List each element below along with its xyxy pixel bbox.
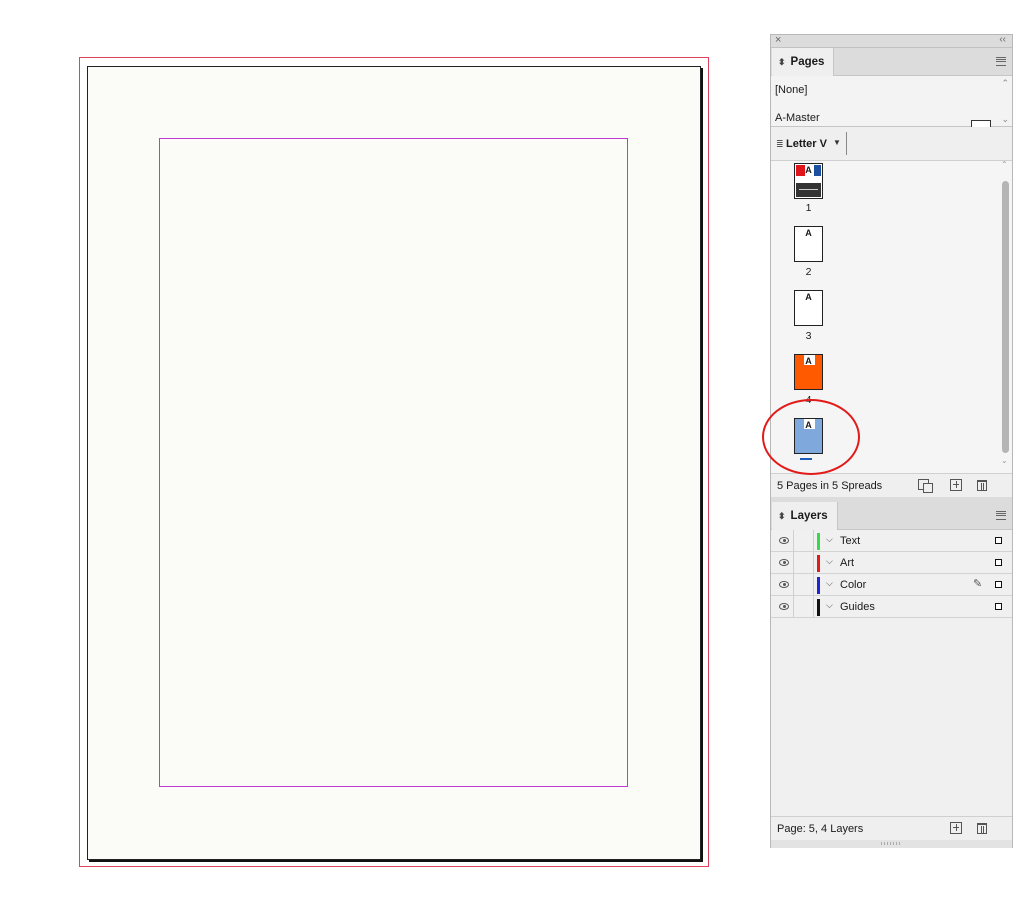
panel-menu-icon[interactable] <box>996 57 1006 66</box>
layer-name[interactable]: Art <box>840 557 854 569</box>
divider <box>793 596 794 618</box>
layer-row-color[interactable]: ⌵ Color ✎ <box>771 574 1012 596</box>
chevron-down-icon[interactable]: ▼ <box>833 138 841 147</box>
divider <box>813 596 814 618</box>
tab-pages[interactable]: ⬍ Pages <box>772 48 834 76</box>
eye-icon[interactable] <box>779 581 789 588</box>
layer-name[interactable]: Text <box>840 535 860 547</box>
new-page-icon[interactable] <box>950 479 962 491</box>
layer-color-swatch <box>817 599 820 616</box>
layer-color-swatch <box>817 577 820 594</box>
page-thumb-3[interactable]: A <box>794 290 823 326</box>
page-size-label[interactable]: Letter V <box>786 138 827 150</box>
delete-layer-icon[interactable] <box>977 823 987 834</box>
chevron-down-icon[interactable]: ⌵ <box>826 534 833 545</box>
layer-color-swatch <box>817 555 820 572</box>
page-number-2: 2 <box>805 266 812 278</box>
tab-pages-label: Pages <box>790 56 825 68</box>
tab-arrows-icon: ⬍ <box>778 56 786 67</box>
divider <box>813 530 814 552</box>
selection-square-icon[interactable] <box>995 559 1002 566</box>
new-layer-icon[interactable] <box>950 822 962 834</box>
divider <box>813 552 814 574</box>
edit-page-size-icon[interactable] <box>918 479 933 493</box>
layers-status: Page: 5, 4 Layers <box>777 823 864 835</box>
divider <box>793 552 794 574</box>
chevron-down-icon[interactable]: ⌵ <box>826 578 833 589</box>
close-icon[interactable]: × <box>775 34 781 46</box>
divider <box>813 574 814 596</box>
resize-grip[interactable] <box>771 840 1012 848</box>
eye-icon[interactable] <box>779 603 789 610</box>
masters-section: [None] A-Master ⌃ ⌄ <box>771 76 1012 144</box>
layers-list: ⌵ Text ⌵ Art ⌵ Color ✎ ⌵ Guides <box>771 530 1012 816</box>
master-a-label[interactable]: A-Master <box>775 112 820 124</box>
selection-square-icon[interactable] <box>995 537 1002 544</box>
layers-tabbar: ⬍ Layers <box>771 502 1012 530</box>
collapse-icon[interactable]: ‹‹ <box>999 34 1006 45</box>
scroll-down-icon[interactable]: ⌄ <box>1001 456 1008 465</box>
selection-square-icon[interactable] <box>995 581 1002 588</box>
highlight-circle <box>762 399 860 475</box>
divider <box>846 132 847 155</box>
page-prefix: A <box>805 165 812 175</box>
page-prefix: A <box>805 292 812 302</box>
pages-status: 5 Pages in 5 Spreads <box>777 480 883 492</box>
layer-name[interactable]: Color <box>840 579 866 591</box>
page-thumb-1[interactable]: A <box>794 163 823 199</box>
grip-icon: ≣ <box>776 139 784 149</box>
panel-menu-icon[interactable] <box>996 511 1006 520</box>
layer-row-art[interactable]: ⌵ Art <box>771 552 1012 574</box>
thumb-dark-block <box>796 183 821 197</box>
layers-footer: Page: 5, 4 Layers <box>771 816 1012 840</box>
layer-row-guides[interactable]: ⌵ Guides <box>771 596 1012 618</box>
pages-footer: 5 Pages in 5 Spreads <box>771 473 1012 497</box>
selection-square-icon[interactable] <box>995 603 1002 610</box>
scroll-up-icon[interactable]: ⌃ <box>1001 78 1009 89</box>
page-prefix: A <box>805 356 812 366</box>
indesign-workspace: × ‹‹ ⬍ Pages [None] A-Master ⌃ ⌄ ≣ Lette… <box>0 0 1032 908</box>
page-size-bar: ≣ Letter V ▼ <box>771 127 1012 161</box>
eye-icon[interactable] <box>779 537 789 544</box>
layer-row-text[interactable]: ⌵ Text <box>771 530 1012 552</box>
delete-page-icon[interactable] <box>977 480 987 491</box>
pen-icon: ✎ <box>973 578 983 590</box>
page-number-3: 3 <box>805 330 812 342</box>
pages-scrollbar[interactable]: ⌃ ⌄ <box>1000 160 1010 468</box>
chevron-down-icon[interactable]: ⌵ <box>826 556 833 567</box>
layer-color-swatch <box>817 533 820 550</box>
eye-icon[interactable] <box>779 559 789 566</box>
layer-name[interactable]: Guides <box>840 601 875 613</box>
page-prefix: A <box>805 228 812 238</box>
scroll-down-icon[interactable]: ⌄ <box>1001 114 1009 125</box>
master-none-label[interactable]: [None] <box>775 84 807 96</box>
panel-titlebar: × ‹‹ <box>771 34 1012 48</box>
tab-layers[interactable]: ⬍ Layers <box>772 502 838 530</box>
divider <box>793 574 794 596</box>
tab-layers-label: Layers <box>790 510 828 522</box>
page-thumb-4[interactable]: A <box>794 354 823 390</box>
page-number-1: 1 <box>805 202 812 214</box>
divider <box>793 530 794 552</box>
scroll-up-icon[interactable]: ⌃ <box>1001 160 1008 169</box>
margin-guide <box>159 138 628 787</box>
chevron-down-icon[interactable]: ⌵ <box>826 600 833 611</box>
tab-arrows-icon: ⬍ <box>778 510 786 521</box>
page-thumb-2[interactable]: A <box>794 226 823 262</box>
pages-tabbar: ⬍ Pages <box>771 48 1012 76</box>
scroll-thumb[interactable] <box>1002 181 1009 453</box>
